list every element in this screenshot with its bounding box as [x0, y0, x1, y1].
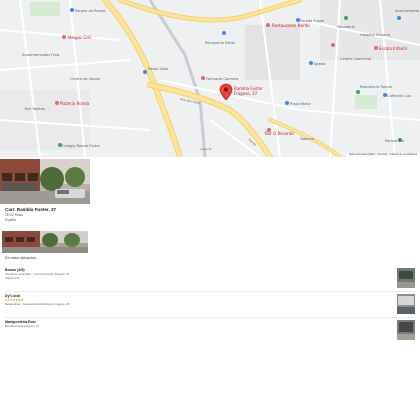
poi-marker[interactable]	[309, 61, 313, 65]
map-label: Centro Comercial	[340, 57, 371, 61]
map-label: Colegio Ronda Fuster	[62, 144, 101, 148]
place-hours: Abierto 24h	[5, 275, 20, 280]
map-label: Farmacia Carmela	[206, 77, 238, 81]
map-label: Hospital General	[360, 33, 390, 37]
poi-marker[interactable]	[62, 35, 66, 39]
place-address: Rambla Fuster Fragoso, 37	[5, 324, 40, 328]
poi-marker[interactable]	[285, 101, 289, 105]
map-view[interactable]: Parque da Ronda Meigas Grill Supermercad…	[0, 0, 420, 157]
poi-marker[interactable]	[201, 76, 205, 80]
map-label: Parque da Ronda	[75, 9, 105, 13]
map-label: Parada Fuster	[300, 19, 325, 23]
place-item[interactable]: Dy'Local 4,3 ★★★★★ Restaurante · Carrete…	[5, 294, 415, 316]
place-photo	[397, 294, 415, 314]
street-view-image	[0, 159, 90, 204]
poi-marker[interactable]	[397, 16, 401, 20]
address-card: Carr. Rambla Fuster, 37 36700 Ribas Espa…	[5, 207, 205, 222]
map-park	[355, 95, 377, 109]
thumbnail-image	[2, 231, 88, 253]
map-label: Supermercados Froiz	[22, 53, 60, 57]
map-building-block	[245, 25, 300, 80]
map-label: Escola Infantil	[379, 46, 407, 51]
map-label: Pizzeria Ronda	[60, 101, 90, 106]
poi-marker[interactable]	[356, 90, 360, 94]
map-label: Cafetería Lúa	[387, 94, 411, 98]
map-label: Panadería	[337, 25, 355, 29]
street-view-photo[interactable]	[0, 159, 90, 204]
map-canvas[interactable]: Parque da Ronda Meigas Grill Supermercad…	[0, 0, 420, 157]
map-label: Bar O Recanto	[265, 131, 294, 136]
map-label: Residencia Ronda	[360, 85, 392, 89]
map-label: Aparcamento	[395, 9, 419, 13]
map-label: Paseo Vilas	[148, 67, 168, 71]
place-item[interactable]: Bonus (3/5) Tienda de recambios · Carret…	[5, 268, 415, 290]
place-item[interactable]: Manipostería Ruiz Rambla Fuster Fragoso,…	[5, 320, 415, 342]
map-label: Restaurante Nardo	[272, 23, 310, 28]
poi-marker[interactable]	[344, 16, 348, 20]
map-label: Iglesia	[314, 62, 326, 66]
place-thumbnail[interactable]	[397, 268, 415, 288]
list-divider	[5, 291, 415, 292]
road-label: Autovía	[200, 147, 212, 151]
poi-marker[interactable]	[331, 43, 335, 47]
map-label: Taberna	[299, 137, 314, 141]
poi-marker[interactable]	[55, 101, 59, 105]
place-thumbnail[interactable]	[397, 294, 415, 314]
map-label: Peluquería Estilo	[205, 41, 235, 45]
map-label: Praza Maior	[290, 102, 312, 106]
poi-marker[interactable]	[70, 8, 74, 12]
poi-marker[interactable]	[266, 23, 270, 27]
photo-thumbnail-strip[interactable]	[2, 231, 88, 253]
poi-marker[interactable]	[374, 46, 378, 50]
place-category-address: Restaurante · Carretera Rambla Fuster Fr…	[5, 301, 70, 306]
nearby-heading: En esta ubicación	[5, 255, 37, 260]
map-label: Bar Tapitas	[25, 107, 45, 111]
address-country: España	[5, 217, 16, 222]
map-label: Centro de Saúde	[70, 77, 101, 81]
poi-marker[interactable]	[222, 31, 226, 35]
map-label: Parque Sur	[385, 139, 405, 143]
poi-marker[interactable]	[143, 70, 147, 74]
place-photo	[397, 320, 415, 340]
list-divider	[5, 317, 415, 318]
place-photo	[397, 268, 415, 288]
place-thumbnail[interactable]	[397, 320, 415, 340]
pin-label: Fragoso, 37	[234, 91, 258, 96]
map-label: Meigas Grill	[68, 35, 91, 40]
map-park	[30, 2, 60, 16]
map-attribution: Datos del mapa ©2024 · Términos · Inform…	[346, 153, 420, 157]
